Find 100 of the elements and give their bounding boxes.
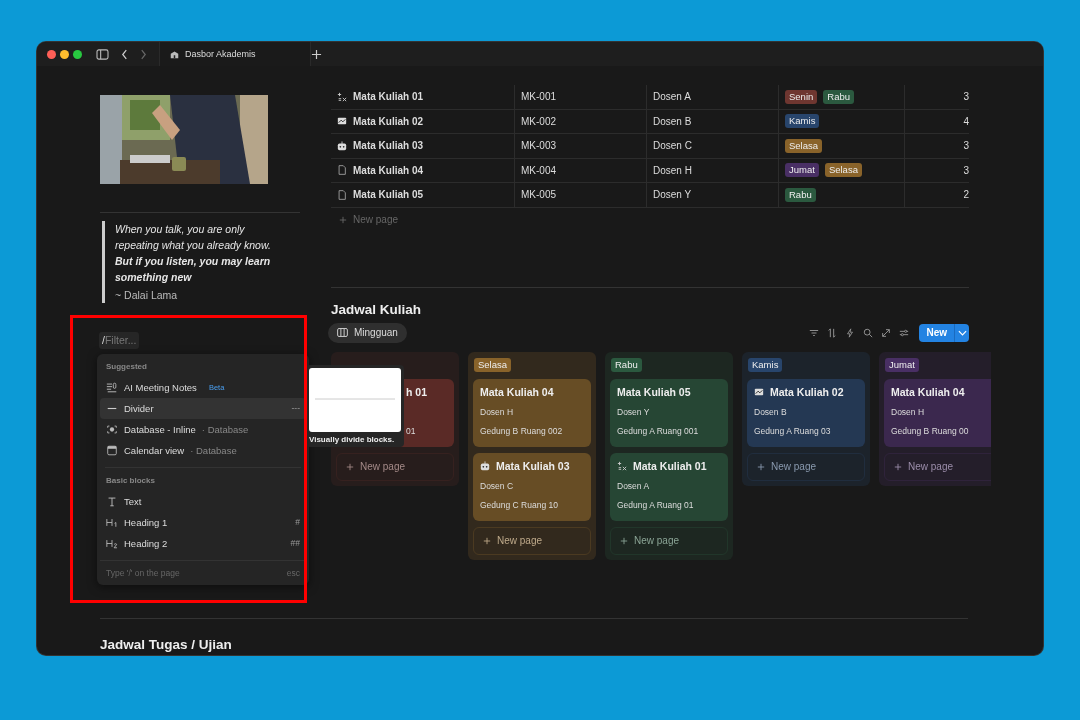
- building-icon: [170, 49, 179, 59]
- table-cell: Dosen C: [647, 134, 779, 158]
- sort-icon[interactable]: [827, 327, 838, 338]
- sparkle-icon: [337, 91, 347, 102]
- new-page-button[interactable]: New page: [336, 452, 454, 481]
- day-tag: Kamis: [748, 358, 783, 372]
- card-room: Gedung A Ruang 01: [617, 499, 695, 510]
- menu-section-title: Basic blocks: [105, 474, 156, 487]
- dropdown-button[interactable]: [954, 323, 969, 342]
- table-cell[interactable]: Mata Kuliah 05: [331, 183, 515, 207]
- settings-icon[interactable]: [899, 327, 910, 338]
- new-button[interactable]: New: [919, 323, 954, 342]
- preview-caption: Visually divide blocks.: [309, 435, 396, 444]
- filter-field[interactable]: /Filter...: [99, 331, 139, 349]
- lightning-icon[interactable]: [845, 327, 856, 338]
- table-cell: MK-004: [515, 158, 647, 182]
- card-room: Gedung C Ruang 10: [480, 499, 559, 510]
- day-tag: Kamis: [785, 114, 820, 129]
- plus-icon: [346, 462, 354, 471]
- table-cell: Dosen B: [647, 109, 779, 133]
- schedule-card[interactable]: Mata Kuliah 04 Dosen H Gedung B Ruang 00: [884, 378, 991, 447]
- view-tab[interactable]: Mingguan: [328, 322, 407, 343]
- notes-icon: [106, 381, 118, 393]
- expand-icon[interactable]: [881, 327, 892, 338]
- day-tag: Rabu: [611, 358, 642, 372]
- plus-icon: [483, 536, 491, 545]
- card-room: Gedung A Ruang 03: [754, 425, 832, 436]
- plus-icon: [894, 462, 902, 471]
- day-tag: Senin: [785, 89, 818, 104]
- table-cell[interactable]: Mata Kuliah 02: [331, 109, 515, 133]
- menu-item[interactable]: Calendar view · Database: [100, 439, 306, 461]
- table-cell: Dosen A: [647, 85, 779, 109]
- day-tag: Rabu: [823, 89, 855, 104]
- day-tag: Selasa: [824, 163, 862, 178]
- schedule-card[interactable]: Mata Kuliah 02 Dosen B Gedung A Ruang 03: [747, 378, 865, 447]
- heading-icon: [106, 516, 118, 528]
- section-heading: Jadwal Tugas / Ujian: [100, 636, 233, 652]
- new-page-button[interactable]: New page: [610, 526, 728, 555]
- menu-item[interactable]: Divider ---: [100, 397, 306, 419]
- new-tab-icon[interactable]: [311, 48, 322, 60]
- table-cell-text: 3: [962, 163, 969, 178]
- menu-item[interactable]: Text: [100, 490, 306, 512]
- table-cell: MK-001: [515, 85, 647, 109]
- card-title: Mata Kuliah 02: [770, 385, 844, 398]
- sidebar-icon[interactable]: [96, 48, 109, 60]
- table-cell: MK-003: [515, 134, 647, 158]
- card-room: Gedung B Ruang 002: [480, 425, 564, 436]
- new-page-button[interactable]: New page: [884, 452, 991, 481]
- menu-section-title: Suggested: [105, 360, 148, 373]
- card-room: Gedung B Ruang 00: [891, 425, 970, 436]
- new-page-button[interactable]: New page: [747, 452, 865, 481]
- day-tag: Rabu: [785, 187, 816, 202]
- day-tag: Jumat: [885, 358, 919, 372]
- table-cell-text: 2: [962, 188, 969, 203]
- day-tag: Jumat: [785, 163, 819, 178]
- calendar-icon: [106, 444, 118, 456]
- chart-icon: [337, 116, 347, 127]
- table-cell[interactable]: Mata Kuliah 01: [331, 85, 515, 109]
- table-cell-text: 4: [962, 114, 969, 129]
- card-title: Mata Kuliah 01: [633, 459, 707, 472]
- table-cell-text: 3: [962, 90, 969, 105]
- day-tag: Selasa: [474, 358, 512, 372]
- sparkle-icon: [617, 460, 627, 471]
- forward-icon[interactable]: [140, 48, 147, 60]
- heading-icon: [106, 537, 118, 549]
- database-icon: [106, 423, 118, 435]
- table-cell[interactable]: Mata Kuliah 04: [331, 158, 515, 182]
- table-cell: MK-005: [515, 183, 647, 207]
- table-cell-text: 3: [962, 139, 969, 154]
- schedule-card[interactable]: Mata Kuliah 04 Dosen H Gedung B Ruang 002: [473, 378, 591, 447]
- card-title: Mata Kuliah 04: [891, 385, 965, 398]
- back-icon[interactable]: [121, 48, 128, 60]
- card-lecturer: Dosen B: [754, 406, 788, 417]
- zoom-button[interactable]: [73, 49, 82, 59]
- close-button[interactable]: [47, 49, 56, 59]
- search-icon[interactable]: [863, 327, 874, 338]
- table-cell: Dosen Y: [647, 183, 779, 207]
- browser-tab[interactable]: Dasbor Akademis: [159, 42, 311, 66]
- filter-icon[interactable]: [809, 327, 820, 338]
- schedule-card[interactable]: Mata Kuliah 05 Dosen Y Gedung A Ruang 001: [610, 378, 728, 447]
- menu-item[interactable]: Heading 2 ##: [100, 532, 306, 554]
- schedule-card[interactable]: Mata Kuliah 03 Dosen C Gedung C Ruang 10: [473, 452, 591, 521]
- card-lecturer: Dosen A: [617, 480, 651, 491]
- plus-icon: [757, 462, 765, 471]
- card-title: Mata Kuliah 04: [480, 385, 554, 398]
- card-lecturer: Dosen Y: [617, 406, 651, 417]
- card-lecturer: Dosen H: [891, 406, 926, 417]
- caret-icon: [957, 329, 967, 336]
- plus-icon: [620, 536, 628, 545]
- card-title: Mata Kuliah 03: [496, 459, 570, 472]
- menu-item[interactable]: Database - Inline · Database: [100, 418, 306, 440]
- card-lecturer: Dosen C: [480, 480, 515, 491]
- divider-preview-icon: [309, 368, 401, 432]
- new-page-button[interactable]: New page: [473, 526, 591, 555]
- table-cell[interactable]: Mata Kuliah 03: [331, 134, 515, 158]
- table-cell: MK-002: [515, 109, 647, 133]
- menu-item[interactable]: Heading 1 #: [100, 511, 306, 533]
- schedule-card[interactable]: Mata Kuliah 01 Dosen A Gedung A Ruang 01: [610, 452, 728, 521]
- quote-author: ~ Dalai Lama: [115, 289, 178, 301]
- minimize-button[interactable]: [60, 49, 69, 59]
